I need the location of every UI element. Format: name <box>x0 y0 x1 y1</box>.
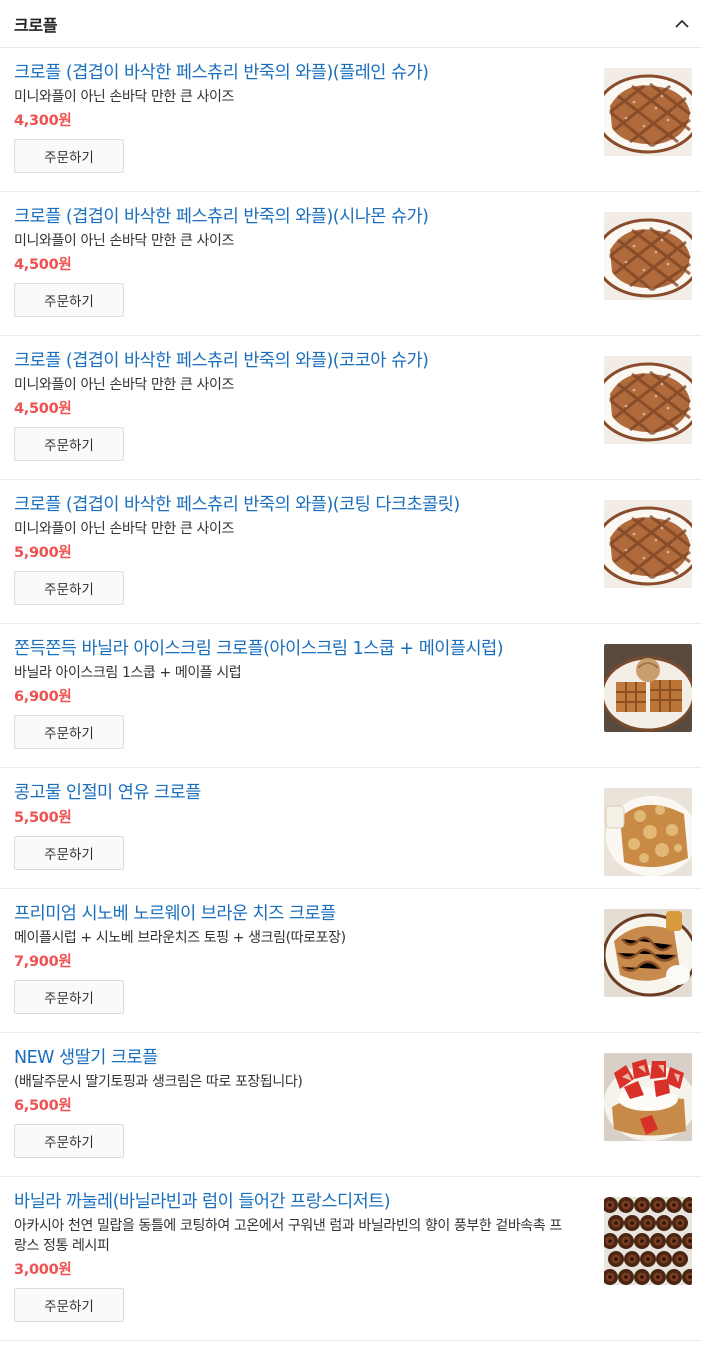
order-button[interactable]: 주문하기 <box>14 836 124 870</box>
menu-item[interactable]: 크로플 (겹겹이 바삭한 페스츄리 반죽의 와플)(코팅 다크초콜릿) 미니와플이… <box>0 480 702 624</box>
menu-item[interactable]: 크로플 (겹겹이 바삭한 페스츄리 반죽의 와플)(플레인 슈가) 미니와플이 아… <box>0 48 702 192</box>
menu-item-price: 6,500원 <box>14 1098 72 1114</box>
menu-item-description: 미니와플이 아닌 손바닥 만한 큰 사이즈 <box>14 377 234 393</box>
menu-item-name[interactable]: 크로플 (겹겹이 바삭한 페스츄리 반죽의 와플)(플레인 슈가) <box>14 62 574 84</box>
menu-item-price: 6,900원 <box>14 689 72 705</box>
section-title: 크로플 <box>14 15 58 35</box>
menu-item-price: 5,900원 <box>14 545 72 561</box>
order-button[interactable]: 주문하기 <box>14 1288 124 1322</box>
menu-item-price: 4,500원 <box>14 401 72 417</box>
menu-item-name[interactable]: 콩고물 인절미 연유 크로플 <box>14 782 574 804</box>
menu-item-name[interactable]: 바닐라 까눌레(바닐라빈과 럼이 들어간 프랑스디저트) <box>14 1191 574 1213</box>
menu-item-description: 아카시아 천연 밀랍을 동틀에 코팅하여 고온에서 구워낸 럼과 바닐라빈의 향… <box>14 1218 562 1254</box>
order-button[interactable]: 주문하기 <box>14 1124 124 1158</box>
menu-item-name[interactable]: 쫀득쫀득 바닐라 아이스크림 크로플(아이스크림 1스쿱 + 메이플시럽) <box>14 638 574 660</box>
menu-item[interactable]: 바닐라 까눌레(바닐라빈과 럼이 들어간 프랑스디저트) 아카시아 천연 밀랍을 … <box>0 1177 702 1341</box>
menu-item-photo[interactable] <box>604 788 692 876</box>
menu-item-price: 3,000원 <box>14 1262 72 1278</box>
order-button[interactable]: 주문하기 <box>14 715 124 749</box>
menu-item-description: (배달주문시 딸기토핑과 생크림은 따로 포장됩니다) <box>14 1074 303 1090</box>
menu-item-description: 메이플시럽 + 시노베 브라운치즈 토핑 + 생크림(따로포장) <box>14 930 346 946</box>
menu-item-photo[interactable] <box>604 1197 692 1285</box>
menu-item-description: 바닐라 아이스크림 1스쿱 + 메이플 시럽 <box>14 665 242 681</box>
menu-item-photo[interactable] <box>604 356 692 444</box>
menu-item-name[interactable]: 크로플 (겹겹이 바삭한 페스츄리 반죽의 와플)(코코아 슈가) <box>14 350 574 372</box>
menu-item-name[interactable]: NEW 생딸기 크로플 <box>14 1047 574 1069</box>
menu-item-price: 5,500원 <box>14 810 72 826</box>
menu-item-price: 7,900원 <box>14 954 72 970</box>
menu-item-name[interactable]: 크로플 (겹겹이 바삭한 페스츄리 반죽의 와플)(코팅 다크초콜릿) <box>14 494 574 516</box>
order-button[interactable]: 주문하기 <box>14 980 124 1014</box>
menu-list: 크로플 (겹겹이 바삭한 페스츄리 반죽의 와플)(플레인 슈가) 미니와플이 아… <box>0 48 702 1341</box>
order-button[interactable]: 주문하기 <box>14 427 124 461</box>
menu-item[interactable]: 크로플 (겹겹이 바삭한 페스츄리 반죽의 와플)(코코아 슈가) 미니와플이 아… <box>0 336 702 480</box>
menu-item-description: 미니와플이 아닌 손바닥 만한 큰 사이즈 <box>14 89 234 105</box>
menu-item-photo[interactable] <box>604 212 692 300</box>
menu-item-description: 미니와플이 아닌 손바닥 만한 큰 사이즈 <box>14 521 234 537</box>
menu-item[interactable]: 크로플 (겹겹이 바삭한 페스츄리 반죽의 와플)(시나몬 슈가) 미니와플이 아… <box>0 192 702 336</box>
menu-item-photo[interactable] <box>604 68 692 156</box>
menu-item[interactable]: NEW 생딸기 크로플 (배달주문시 딸기토핑과 생크림은 따로 포장됩니다) 6,… <box>0 1033 702 1177</box>
menu-item[interactable]: 쫀득쫀득 바닐라 아이스크림 크로플(아이스크림 1스쿱 + 메이플시럽) 바닐라… <box>0 624 702 768</box>
menu-item-photo[interactable] <box>604 1053 692 1141</box>
menu-item-photo[interactable] <box>604 644 692 732</box>
menu-item-name[interactable]: 프리미엄 시노베 노르웨이 브라운 치즈 크로플 <box>14 903 574 925</box>
order-button[interactable]: 주문하기 <box>14 139 124 173</box>
menu-item-description: 미니와플이 아닌 손바닥 만한 큰 사이즈 <box>14 233 234 249</box>
section-header[interactable]: 크로플 <box>0 0 702 48</box>
menu-item-price: 4,300원 <box>14 113 72 129</box>
menu-item-photo[interactable] <box>604 500 692 588</box>
order-button[interactable]: 주문하기 <box>14 283 124 317</box>
menu-item[interactable]: 프리미엄 시노베 노르웨이 브라운 치즈 크로플메이플시럽 + 시노베 브라운치… <box>0 889 702 1033</box>
menu-item-price: 4,500원 <box>14 257 72 273</box>
chevron-up-icon[interactable] <box>672 14 692 34</box>
menu-item-name[interactable]: 크로플 (겹겹이 바삭한 페스츄리 반죽의 와플)(시나몬 슈가) <box>14 206 574 228</box>
order-button[interactable]: 주문하기 <box>14 571 124 605</box>
menu-item[interactable]: 콩고물 인절미 연유 크로플 5,500원주문하기 <box>0 768 702 889</box>
menu-item-photo[interactable] <box>604 909 692 997</box>
